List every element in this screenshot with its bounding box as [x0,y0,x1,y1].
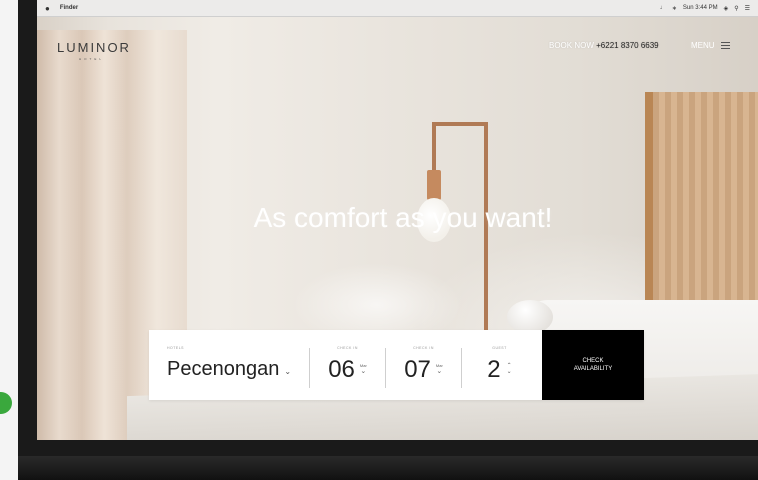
site-logo-subtitle: HOTEL [79,57,105,61]
laptop-base [18,456,758,480]
menubar-app-name[interactable]: Finder [60,5,78,11]
menubar-clock[interactable]: Sun 3:44 PM [683,5,718,11]
check-availability-line2: AVAILABILITY [573,366,613,372]
book-now-label: BOOK NOW [549,41,594,50]
hamburger-icon [720,42,730,49]
chevron-down-icon: ⌄ [360,368,367,375]
booking-widget: HOTELS Pecenongan ⌄ CHECK IN 06 Mar ⌄ CH… [149,330,644,400]
search-icon[interactable]: ⚲ [734,5,738,12]
check-availability-line1: CHECK [582,358,604,364]
guest-label: GUEST [492,346,507,350]
menu-label: MENU [691,41,715,50]
volume-icon[interactable]: ♩ [660,5,666,11]
guest-stepper[interactable]: GUEST 2 ⌃ ⌄ [462,330,537,400]
hotel-value: Pecenongan [167,357,280,380]
checkout-picker[interactable]: CHECK IN 07 Mar ⌄ [386,330,461,400]
phone-number: +6221 8370 6639 [596,41,659,50]
guest-value: 2 [487,356,501,383]
site-logo[interactable]: LUMINOR [57,40,131,55]
checkin-label: CHECK IN [337,346,358,350]
apple-icon[interactable]: ● [45,4,50,13]
bluetooth-icon[interactable]: ∗ [672,5,677,12]
check-availability-button[interactable]: CHECK AVAILABILITY [542,330,644,400]
lamp-arm [432,122,488,126]
vase-image [507,300,553,334]
checkout-label: CHECK IN [413,346,434,350]
menu-list-icon[interactable]: ☰ [745,5,750,12]
hotel-label: HOTELS [167,346,185,350]
book-now-link[interactable]: BOOK NOW +6221 8370 6639 [549,41,659,50]
chevron-down-icon: ⌄ [284,366,292,376]
checkin-picker[interactable]: CHECK IN 06 Mar ⌄ [310,330,385,400]
lamp-socket [427,170,441,200]
lamp-drop [432,122,436,172]
hotel-select[interactable]: HOTELS Pecenongan ⌄ [149,330,309,400]
checkout-day: 07 [404,356,431,383]
checkin-day: 06 [328,356,355,383]
chevron-down-icon[interactable]: ⌄ [507,369,512,375]
macos-menubar: ● Finder ♩ ∗ Sun 3:44 PM ◈ ⚲ ☰ [37,0,758,17]
menu-button[interactable]: MENU [691,41,730,50]
chevron-down-icon: ⌄ [436,368,443,375]
menubar-status-area: ♩ ∗ Sun 3:44 PM ◈ ⚲ ☰ [660,5,750,12]
wifi-icon[interactable]: ◈ [724,5,729,12]
hero-headline: As comfort as you want! [253,202,553,233]
